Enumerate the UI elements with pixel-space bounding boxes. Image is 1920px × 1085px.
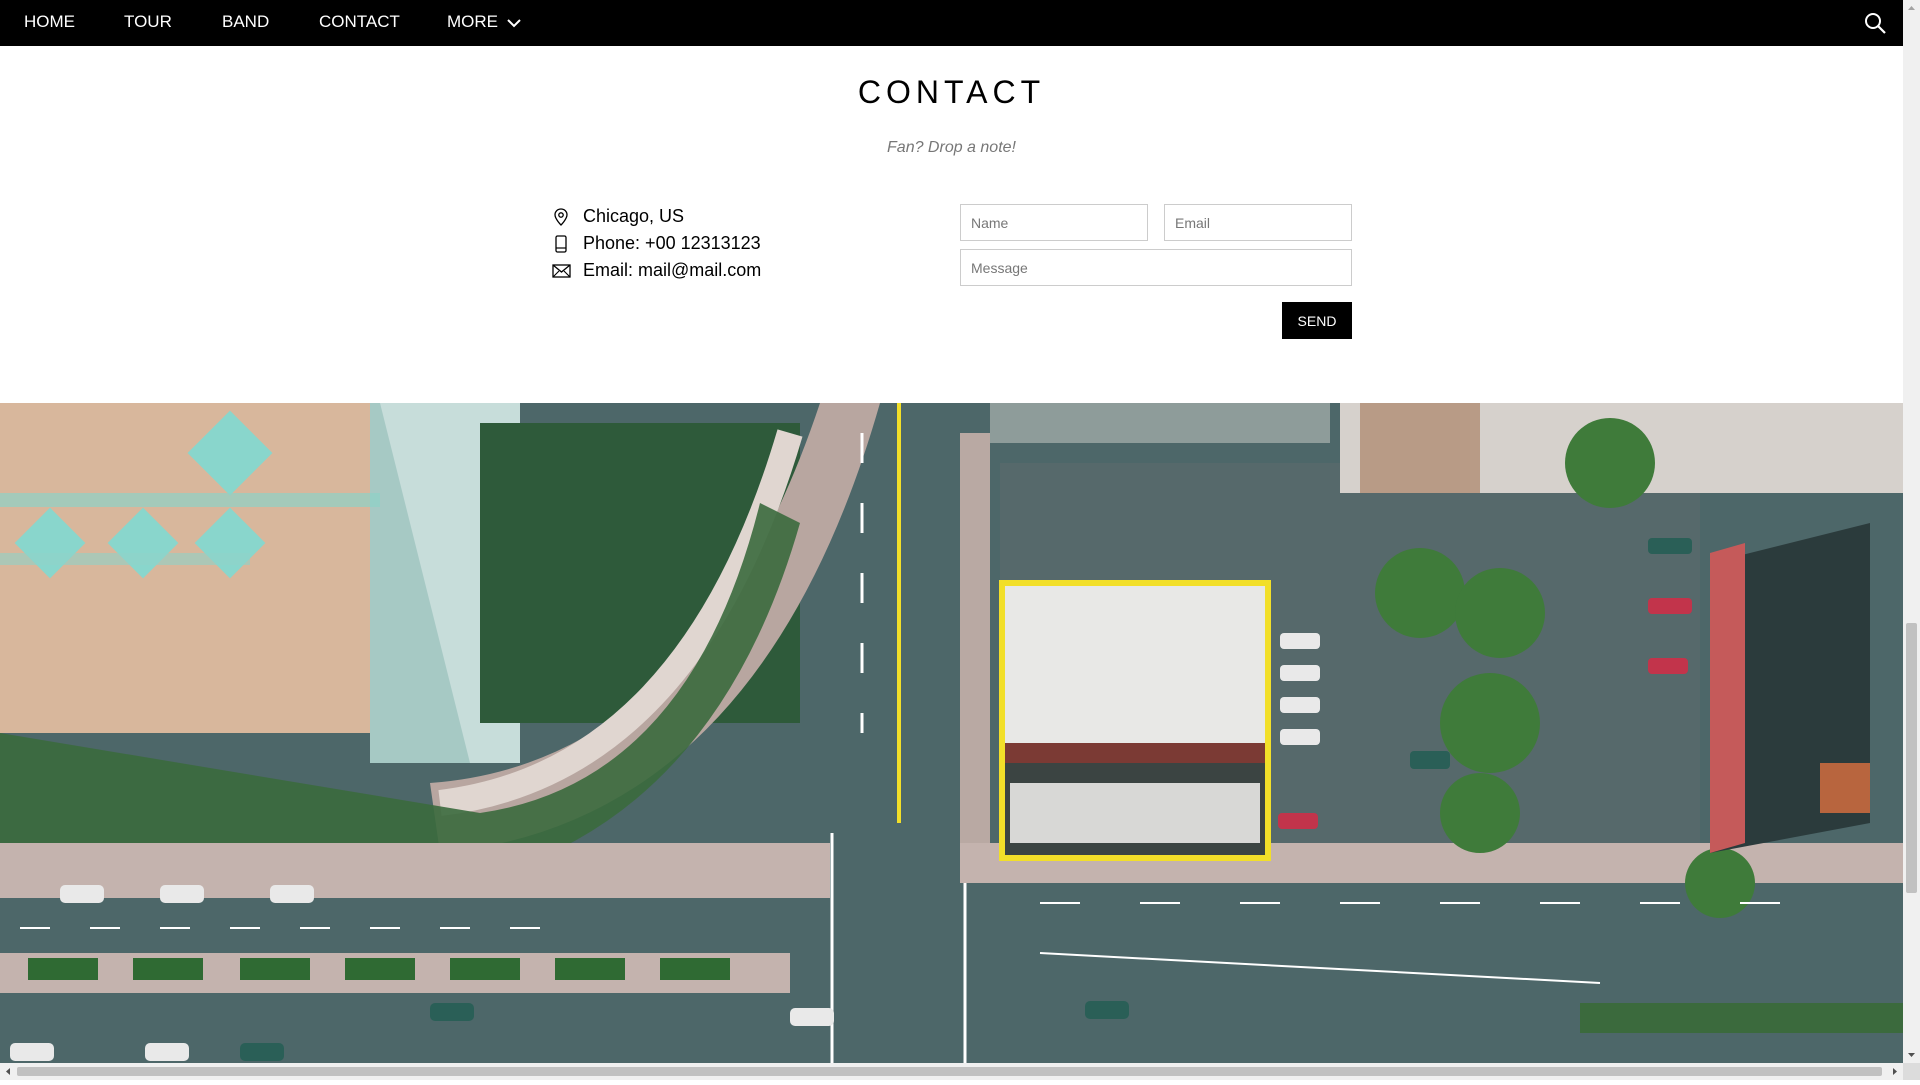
location-text: Chicago, US bbox=[583, 206, 685, 226]
message-input[interactable] bbox=[960, 249, 1352, 286]
phone-icon bbox=[551, 234, 571, 254]
search-icon[interactable] bbox=[1863, 11, 1887, 35]
vertical-scrollbar-thumb[interactable] bbox=[1906, 623, 1917, 893]
phone-text: Phone: +00 12313123 bbox=[583, 233, 761, 253]
nav-contact[interactable]: CONTACT bbox=[319, 0, 400, 46]
contact-subtitle: Fan? Drop a note! bbox=[887, 139, 1016, 156]
top-nav-bar: HOME TOUR BAND CONTACT MORE bbox=[0, 0, 1903, 46]
aerial-city-map-image bbox=[0, 403, 1903, 1063]
nav-band[interactable]: BAND bbox=[222, 0, 269, 46]
email-row: Email: mail@mail.com bbox=[551, 257, 761, 284]
name-input[interactable] bbox=[960, 204, 1148, 241]
scroll-up-arrow-icon[interactable] bbox=[1903, 0, 1920, 17]
horizontal-scrollbar-thumb[interactable] bbox=[17, 1067, 1882, 1076]
scroll-down-arrow-icon[interactable] bbox=[1903, 1046, 1920, 1063]
phone-row: Phone: +00 12313123 bbox=[551, 230, 761, 257]
chevron-down-icon bbox=[507, 1, 521, 45]
email-input[interactable] bbox=[1164, 204, 1352, 241]
send-button[interactable]: SEND bbox=[1282, 302, 1352, 339]
email-text: Email: mail@mail.com bbox=[583, 260, 762, 280]
vertical-scrollbar[interactable] bbox=[1903, 0, 1920, 1080]
nav-tour[interactable]: TOUR bbox=[124, 0, 172, 46]
nav-more-label: MORE bbox=[447, 12, 498, 31]
horizontal-scrollbar[interactable] bbox=[0, 1063, 1903, 1080]
scroll-left-arrow-icon[interactable] bbox=[0, 1063, 17, 1080]
scrollbar-corner bbox=[1903, 1063, 1920, 1080]
nav-more-dropdown[interactable]: MORE bbox=[447, 0, 521, 46]
nav-home[interactable]: HOME bbox=[24, 0, 75, 46]
envelope-icon bbox=[551, 261, 571, 281]
contact-info: Chicago, US Phone: +00 12313123 Email: m… bbox=[551, 203, 761, 284]
map-pin-icon bbox=[551, 207, 571, 227]
contact-heading: CONTACT bbox=[857, 74, 1046, 110]
scroll-right-arrow-icon[interactable] bbox=[1886, 1063, 1903, 1080]
location-row: Chicago, US bbox=[551, 203, 761, 230]
